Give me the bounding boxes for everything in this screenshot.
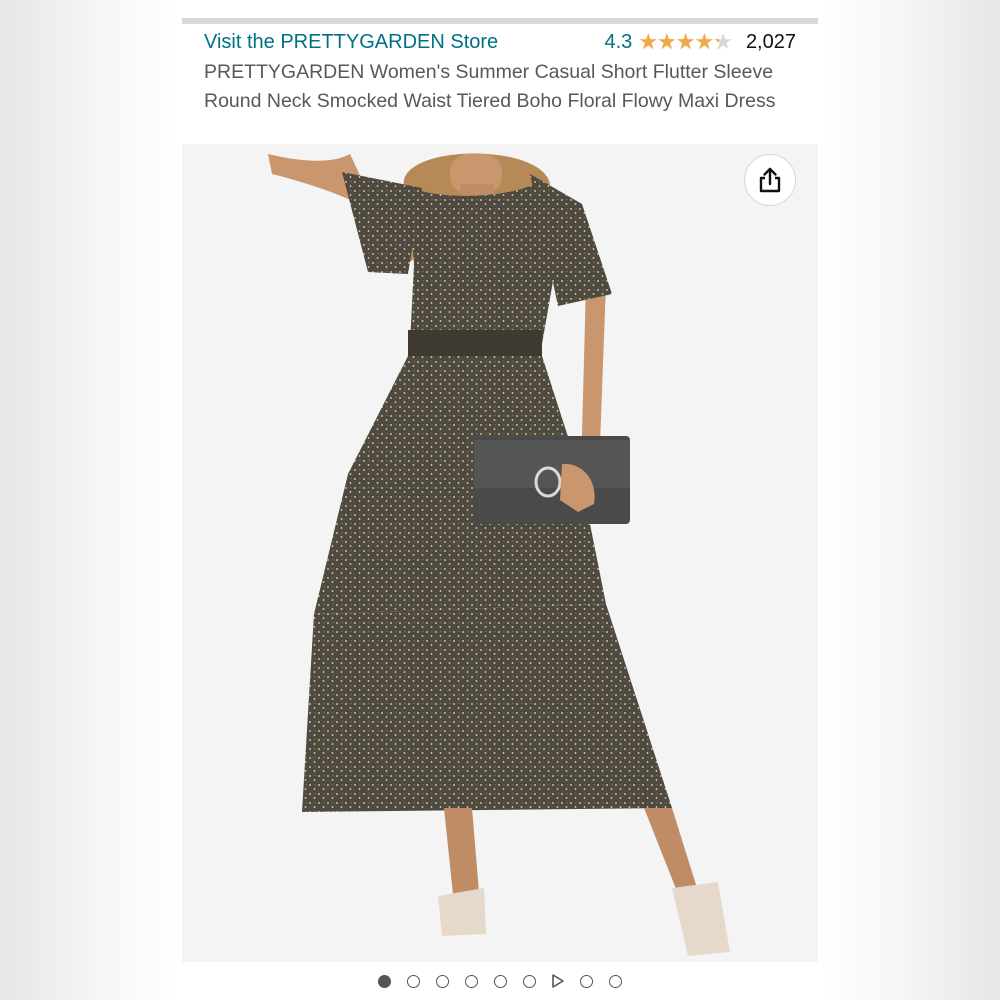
store-link[interactable]: Visit the PRETTYGARDEN Store bbox=[204, 31, 498, 54]
product-header: Visit the PRETTYGARDEN Store 4.3 ★★★★★ ★… bbox=[204, 28, 796, 116]
carousel-indicators bbox=[182, 962, 818, 1000]
share-button[interactable] bbox=[744, 154, 796, 206]
carousel-dot[interactable] bbox=[580, 974, 593, 988]
product-title: PRETTYGARDEN Women's Summer Casual Short… bbox=[204, 61, 776, 112]
star-rating-icon: ★★★★★ ★★★★★ bbox=[638, 29, 733, 54]
carousel-dot[interactable] bbox=[523, 974, 536, 988]
carousel-dot[interactable] bbox=[378, 974, 391, 988]
product-page: Visit the PRETTYGARDEN Store 4.3 ★★★★★ ★… bbox=[182, 0, 818, 1000]
share-icon bbox=[759, 167, 781, 193]
carousel-dot[interactable] bbox=[465, 974, 478, 988]
rating-summary[interactable]: 4.3 ★★★★★ ★★★★★ 2,027 bbox=[605, 31, 797, 54]
top-divider bbox=[182, 18, 818, 24]
review-count: 2,027 bbox=[745, 30, 796, 53]
rating-value: 4.3 bbox=[604, 30, 633, 53]
carousel-dot[interactable] bbox=[609, 974, 622, 988]
product-image-carousel[interactable] bbox=[182, 144, 818, 962]
carousel-dot[interactable] bbox=[407, 974, 420, 988]
carousel-video-indicator-icon[interactable] bbox=[551, 973, 565, 989]
carousel-dot[interactable] bbox=[436, 974, 449, 988]
product-image bbox=[268, 153, 730, 956]
store-rating-row: Visit the PRETTYGARDEN Store 4.3 ★★★★★ ★… bbox=[204, 28, 796, 56]
carousel-dot[interactable] bbox=[494, 974, 507, 988]
